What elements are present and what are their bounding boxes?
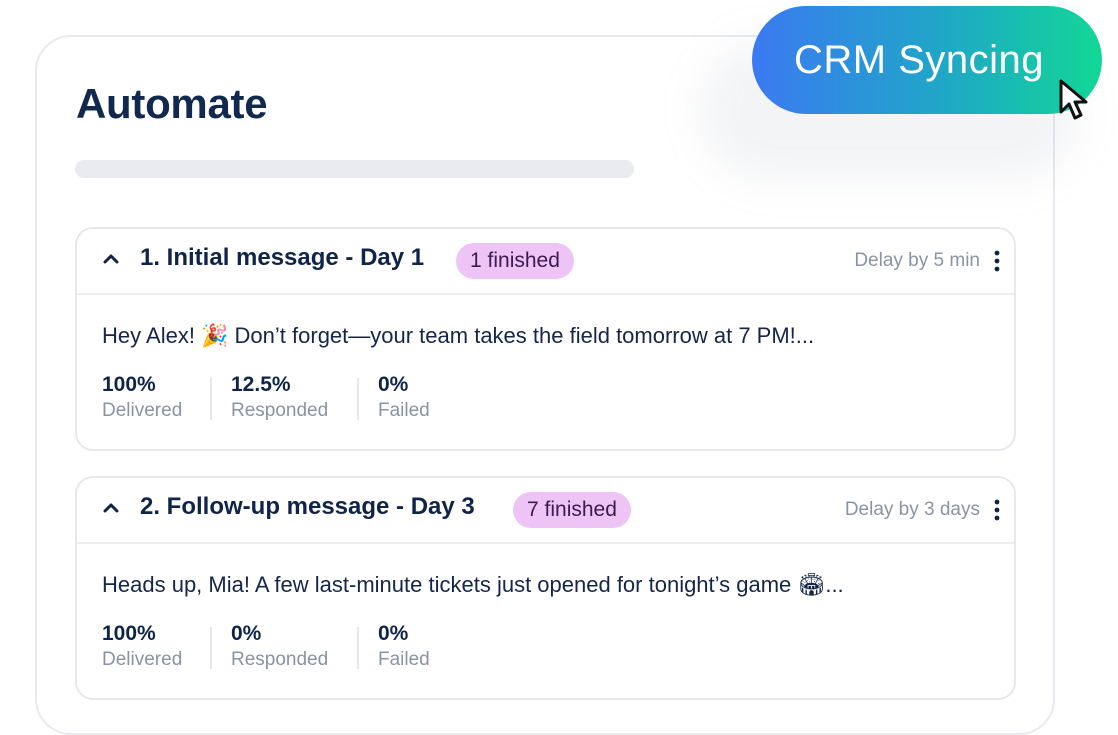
stat-value: 100% [102, 622, 156, 645]
step-card-header[interactable]: 2. Follow-up message - Day 3 7 finished … [77, 478, 1014, 544]
progress-placeholder-bar [75, 160, 634, 178]
status-badge: 1 finished [456, 243, 574, 279]
delay-label: Delay by 5 min [854, 250, 980, 271]
status-badge: 7 finished [513, 492, 631, 528]
stat-label: Delivered [102, 400, 183, 421]
stat-divider [357, 378, 359, 420]
message-preview: Hey Alex! 🎉 Don’t forget—your team takes… [102, 323, 815, 348]
chevron-up-icon[interactable] [101, 251, 121, 267]
stat-value: 100% [102, 373, 156, 396]
stat-label: Failed [378, 400, 430, 421]
stat-responded: 0% Responded [231, 621, 328, 673]
more-vertical-icon[interactable] [992, 498, 1002, 522]
chevron-up-icon[interactable] [101, 500, 121, 516]
stat-label: Failed [378, 649, 430, 670]
stat-label: Responded [231, 400, 329, 421]
stat-failed: 0% Failed [378, 372, 430, 424]
stat-label: Delivered [102, 649, 183, 670]
stat-value: 0% [231, 622, 262, 645]
step-card-header[interactable]: 1. Initial message - Day 1 1 finished De… [77, 229, 1014, 295]
stat-divider [357, 627, 359, 669]
stat-divider [210, 378, 212, 420]
stat-delivered: 100% Delivered [102, 372, 182, 424]
step-title: 1. Initial message - Day 1 [140, 244, 425, 271]
more-vertical-icon[interactable] [992, 249, 1002, 273]
step-title: 2. Follow-up message - Day 3 [140, 493, 475, 520]
stat-value: 12.5% [231, 373, 291, 396]
stat-value: 0% [378, 373, 409, 396]
stat-responded: 12.5% Responded [231, 372, 328, 424]
cursor-arrow-icon [1059, 79, 1088, 120]
stat-delivered: 100% Delivered [102, 621, 182, 673]
delay-label: Delay by 3 days [844, 499, 980, 520]
stat-failed: 0% Failed [378, 621, 430, 673]
page-title: Automate [76, 80, 268, 127]
stat-divider [210, 627, 212, 669]
stat-value: 0% [378, 622, 409, 645]
step-card-2: 2. Follow-up message - Day 3 7 finished … [75, 476, 1016, 700]
stat-label: Responded [231, 649, 329, 670]
step-card-1: 1. Initial message - Day 1 1 finished De… [75, 227, 1016, 451]
crm-syncing-button[interactable]: CRM Syncing [752, 6, 1102, 114]
message-preview: Heads up, Mia! A few last-minute tickets… [102, 572, 844, 597]
